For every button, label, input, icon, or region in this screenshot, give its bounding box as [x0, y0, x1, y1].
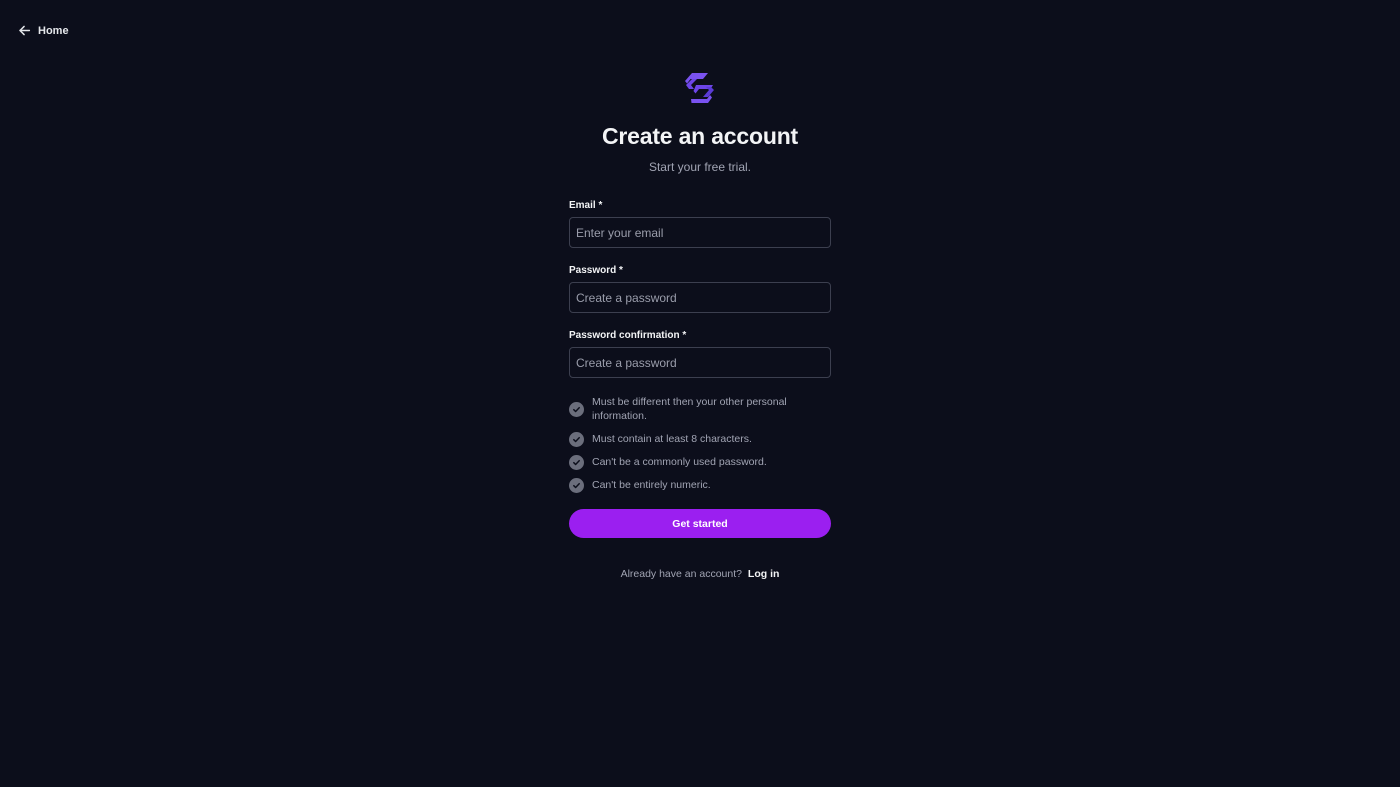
- check-icon: [569, 455, 584, 470]
- check-icon: [569, 478, 584, 493]
- email-input[interactable]: [569, 217, 831, 248]
- password-rule-text: Must contain at least 8 characters.: [592, 433, 752, 445]
- home-link[interactable]: Home: [18, 24, 69, 37]
- check-icon: [569, 432, 584, 447]
- get-started-button[interactable]: Get started: [569, 509, 831, 538]
- password-rule-text: Must be different then your other person…: [592, 396, 787, 422]
- password-confirmation-label: Password confirmation *: [569, 330, 687, 341]
- password-confirmation-field-group: Password confirmation *: [569, 330, 831, 378]
- password-rule: Must contain at least 8 characters.: [569, 432, 831, 447]
- arrow-left-icon: [18, 24, 31, 37]
- password-rule-text: Can't be a commonly used password.: [592, 456, 767, 468]
- password-rule-text: Can't be entirely numeric.: [592, 479, 711, 491]
- email-field-group: Email *: [569, 200, 831, 248]
- check-icon: [569, 401, 584, 417]
- page-title: Create an account: [602, 123, 798, 149]
- home-link-label: Home: [38, 24, 69, 37]
- login-link[interactable]: Log in: [748, 568, 780, 580]
- password-rule: Can't be a commonly used password.: [569, 455, 831, 470]
- password-rule: Can't be entirely numeric.: [569, 478, 831, 493]
- login-prompt-text: Already have an account?: [620, 568, 742, 580]
- page-subtitle: Start your free trial.: [648, 160, 752, 174]
- password-rule: Must be different then your other person…: [569, 395, 831, 423]
- signup-form: Email * Password * Password confirmation…: [569, 200, 831, 538]
- brand-logo-icon: [682, 71, 718, 105]
- password-confirmation-input[interactable]: [569, 347, 831, 378]
- password-rules-list: Must be different then your other person…: [569, 395, 831, 493]
- password-field-group: Password *: [569, 265, 831, 313]
- password-label: Password *: [569, 265, 623, 276]
- email-label: Email *: [569, 200, 603, 211]
- login-prompt: Already have an account? Log in: [0, 568, 1400, 580]
- password-input[interactable]: [569, 282, 831, 313]
